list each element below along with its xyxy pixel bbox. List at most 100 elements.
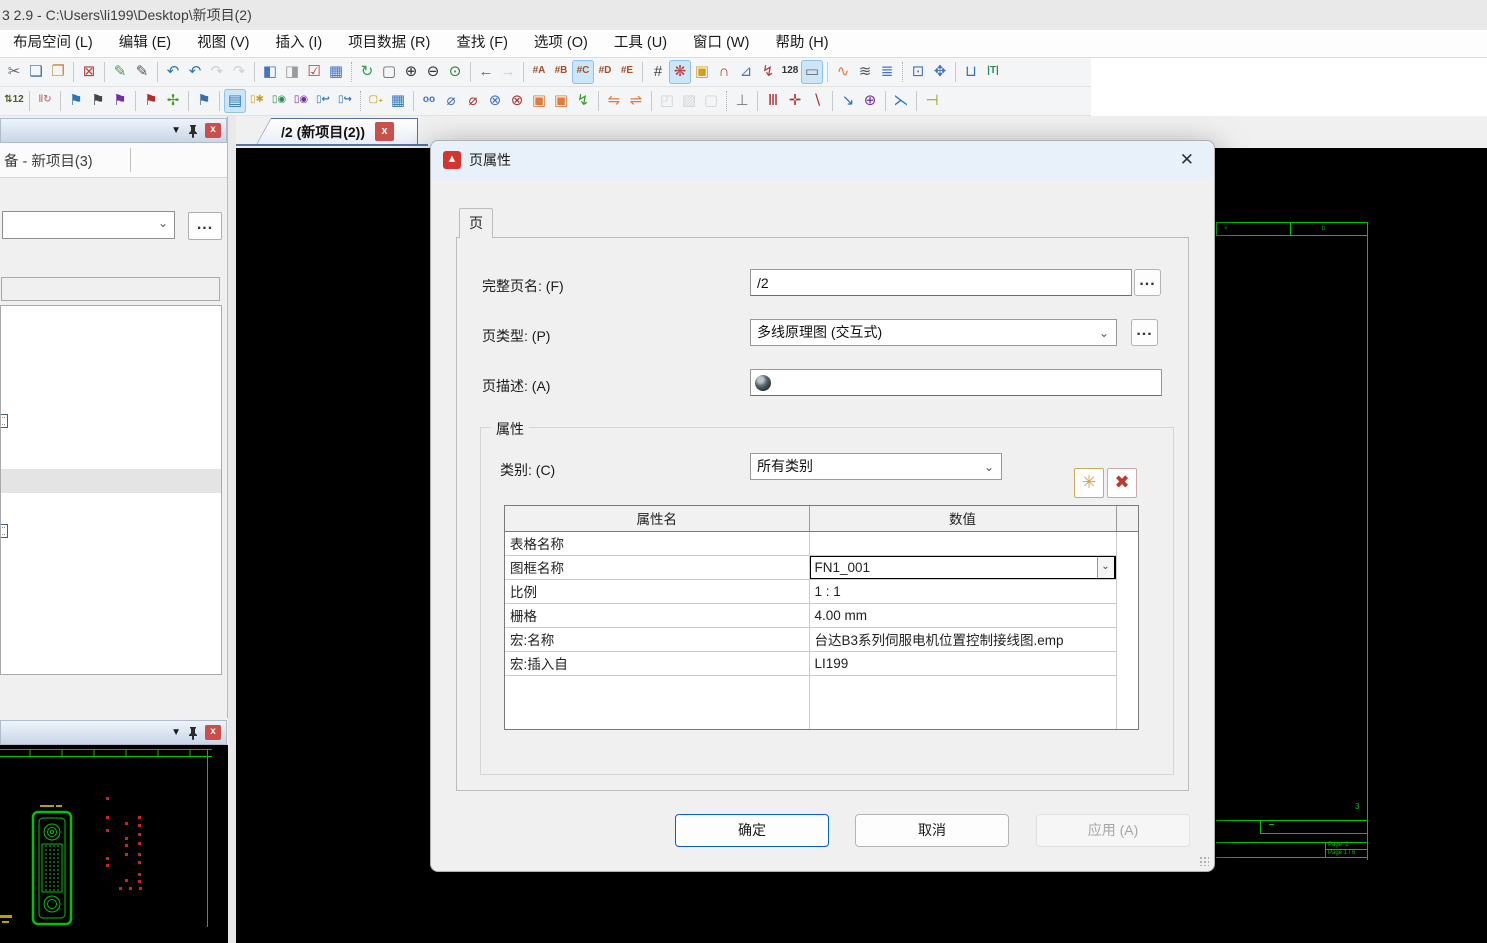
terminal-edit-icon[interactable]: ⊗ <box>484 89 506 113</box>
flag-check-icon[interactable]: ⚑ <box>65 89 87 113</box>
property-value-cell[interactable]: 4.00 mm <box>809 603 1116 627</box>
cancel-button[interactable]: 取消 <box>855 814 1009 847</box>
pipe-refresh-icon[interactable]: ‖↻ <box>34 89 56 113</box>
full-page-name-browse-button[interactable]: ... <box>1134 269 1161 296</box>
shopping-cart-icon[interactable]: ⊔ <box>960 60 982 84</box>
wave-signal-icon[interactable]: ≋ <box>854 60 876 84</box>
page-open-icon[interactable]: ▯◉ <box>268 89 290 113</box>
document-tab[interactable]: /2 (新项目(2)) x <box>256 118 418 145</box>
navigator-tab-label[interactable]: 备 - 新项目(3) <box>4 150 93 171</box>
wave-analog-icon[interactable]: ∿ <box>832 60 854 84</box>
branch-route-icon[interactable]: ⋋ <box>890 89 912 113</box>
grid-e-icon[interactable]: #E <box>616 60 638 84</box>
flag-forward-icon[interactable]: ⚑ <box>109 89 131 113</box>
panel-splitter[interactable] <box>228 116 236 943</box>
page-import-icon[interactable]: ▯↩ <box>312 89 334 113</box>
grid-display-icon[interactable]: # <box>647 60 669 84</box>
interrupt-target-icon[interactable]: ⇌ <box>625 89 647 113</box>
dialog-close-icon[interactable]: ✕ <box>1172 148 1202 172</box>
page-preview-drawing[interactable] <box>0 745 228 943</box>
dialog-title-bar[interactable]: ▲ 页属性 ✕ <box>431 141 1214 179</box>
navigator-tree-list[interactable] <box>0 305 222 675</box>
snap-grid-icon[interactable]: ❋ <box>669 60 691 84</box>
potential-define-icon[interactable]: ↯ <box>572 89 594 113</box>
chevron-down-icon[interactable]: ⌄ <box>1097 557 1114 578</box>
flag-stop-icon[interactable]: ⚑ <box>140 89 162 113</box>
menu-item-edit[interactable]: 编辑 (E) <box>106 30 184 57</box>
grid-b-icon[interactable]: #B <box>550 60 572 84</box>
ruler-icon[interactable]: ▭ <box>801 60 823 84</box>
page-type-combobox[interactable]: 多线原理图 (交互式) ⌄ <box>750 319 1117 346</box>
category-combobox[interactable]: 所有类别 ⌄ <box>750 453 1002 480</box>
full-page-name-input[interactable] <box>750 269 1132 296</box>
panel-pin-icon[interactable] <box>187 726 199 740</box>
menu-item-window[interactable]: 窗口 (W) <box>680 30 762 57</box>
grid-table-icon[interactable]: ▦ <box>325 60 347 84</box>
window-split-icon[interactable]: ◧ <box>259 60 281 84</box>
page-properties-icon[interactable]: ▤ <box>224 89 246 113</box>
grid-a-icon[interactable]: #A <box>528 60 550 84</box>
select-region-icon[interactable]: ▢₊ <box>365 89 387 113</box>
page-type-browse-button[interactable]: ... <box>1131 319 1158 346</box>
stamp-tool-icon[interactable]: ⊥ <box>731 89 753 113</box>
terminal-define-icon[interactable]: ⌀ <box>440 89 462 113</box>
property-value-cell[interactable] <box>809 531 1116 555</box>
property-name-cell[interactable]: 栅格 <box>505 603 809 627</box>
logic-branch-icon[interactable]: ↯ <box>757 60 779 84</box>
format-brush-icon[interactable]: ✎ <box>109 60 131 84</box>
delete-selection-icon[interactable]: ⊠ <box>78 60 100 84</box>
property-value-cell[interactable]: 台达B3系列伺服电机位置控制接线图.emp <box>809 627 1116 651</box>
property-name-cell[interactable]: 宏:插入自 <box>505 651 809 675</box>
property-value-cell[interactable]: LI199 <box>809 651 1116 675</box>
menu-item-find[interactable]: 查找 (F) <box>443 30 521 57</box>
flag-settings-icon[interactable]: ⚑ <box>87 89 109 113</box>
menu-item-help[interactable]: 帮助 (H) <box>762 30 841 57</box>
page-tree-item[interactable] <box>0 414 8 428</box>
menu-item-project-data[interactable]: 项目数据 (R) <box>335 30 443 57</box>
page-close-icon[interactable]: ▯◉ <box>290 89 312 113</box>
menu-item-layout-space[interactable]: 布局空间 (L) <box>0 30 106 57</box>
dialog-tab-page[interactable]: 页 <box>459 208 493 238</box>
grid-c-icon[interactable]: #C <box>572 60 594 84</box>
delete-property-button[interactable]: ✖ <box>1107 468 1137 498</box>
coil-symbols-icon[interactable]: oo <box>418 89 440 113</box>
column-header-property-name[interactable]: 属性名 <box>505 506 809 531</box>
menu-item-view[interactable]: 视图 (V) <box>184 30 262 57</box>
undo-list-icon[interactable]: ↶ <box>184 60 206 84</box>
property-name-cell[interactable]: 宏:名称 <box>505 627 809 651</box>
zoom-in-icon[interactable]: ⊕ <box>400 60 422 84</box>
document-tab-label[interactable]: /2 (新项目(2)) <box>281 122 365 142</box>
zoom-100-icon[interactable]: ⊙ <box>444 60 466 84</box>
document-tab-close-icon[interactable]: x <box>375 122 394 141</box>
busbar-icon[interactable]: Ⅲ <box>762 89 784 113</box>
page-tree-item[interactable] <box>0 524 8 538</box>
interrupt-source-icon[interactable]: ⇋ <box>603 89 625 113</box>
page-check-icon[interactable]: ☑ <box>303 60 325 84</box>
line-end-icon[interactable]: ⊣ <box>921 89 943 113</box>
refresh-icon[interactable]: ↻ <box>356 60 378 84</box>
paste-icon[interactable]: ❐ <box>47 60 69 84</box>
zoom-out-icon[interactable]: ⊖ <box>422 60 444 84</box>
text-frame-icon[interactable]: |T| <box>982 60 1004 84</box>
navigator-filter-browse-button[interactable]: ... <box>188 212 222 240</box>
panel-menu-chevron-icon[interactable]: ▼ <box>171 727 181 738</box>
wave-grid-icon[interactable]: ≣ <box>876 60 898 84</box>
property-name-cell[interactable]: 图框名称 <box>505 555 809 579</box>
back-icon[interactable]: ← <box>475 60 497 84</box>
ok-button[interactable]: 确定 <box>675 814 829 847</box>
property-name-cell[interactable]: 表格名称 <box>505 531 809 555</box>
panel-close-icon[interactable]: x <box>205 123 221 138</box>
menu-item-tools[interactable]: 工具 (U) <box>601 30 680 57</box>
add-property-button[interactable]: ✳ <box>1074 468 1104 498</box>
pin-node-icon[interactable]: ⊡ <box>907 60 929 84</box>
page-description-input[interactable] <box>750 369 1162 396</box>
format-brush-alt-icon[interactable]: ✎ <box>131 60 153 84</box>
undo-icon[interactable]: ↶ <box>162 60 184 84</box>
sort-numbered-icon[interactable]: ⇅12 <box>3 89 25 113</box>
panel-close-icon[interactable]: x <box>205 725 221 740</box>
symbol-box-2-icon[interactable]: ▣ <box>550 89 572 113</box>
frame-name-edit-combobox[interactable]: FN1_001⌄ <box>809 555 1116 579</box>
line-break-icon[interactable]: ∖ <box>806 89 828 113</box>
copy-icon[interactable]: ❏ <box>25 60 47 84</box>
panel-pin-icon[interactable] <box>187 124 199 138</box>
